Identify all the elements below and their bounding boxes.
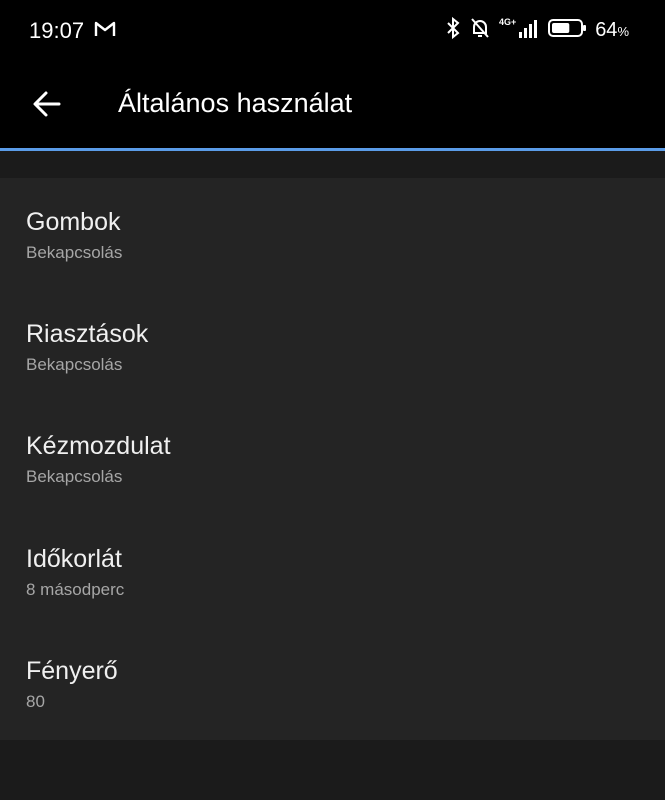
- setting-item-fenyero[interactable]: Fényerő 80: [0, 627, 665, 739]
- gmail-icon: [94, 20, 116, 43]
- bluetooth-icon: [445, 16, 461, 45]
- setting-label: Riasztások: [26, 320, 149, 348]
- network-type: 4G+: [499, 17, 516, 27]
- setting-label: Fényerő: [26, 657, 118, 685]
- setting-item-riasztasok[interactable]: Riasztások Bekapcsolás: [0, 290, 665, 402]
- accent-divider: [0, 148, 665, 151]
- setting-item-idokorlat[interactable]: Időkorlát 8 másodperc: [0, 515, 665, 627]
- status-time: 19:07: [29, 18, 85, 43]
- setting-label: Időkorlát: [26, 545, 122, 573]
- setting-value: Bekapcsolás: [26, 355, 123, 374]
- status-bar: 19:07 4G+ 64%: [0, 0, 665, 62]
- setting-value: Bekapcsolás: [26, 243, 123, 262]
- bell-off-icon: [468, 16, 492, 45]
- signal-icon: 4G+: [499, 16, 541, 45]
- back-button[interactable]: [27, 84, 67, 124]
- battery-icon: [548, 17, 588, 44]
- setting-item-kezmozdulat[interactable]: Kézmozdulat Bekapcsolás: [0, 402, 665, 514]
- setting-value: Bekapcsolás: [26, 467, 123, 486]
- battery-percent: 64%: [595, 18, 629, 41]
- status-icons: 4G+ 64%: [445, 16, 629, 44]
- setting-label: Kézmozdulat: [26, 432, 171, 460]
- settings-list: Gombok Bekapcsolás Riasztások Bekapcsolá…: [0, 178, 665, 740]
- setting-value: 80: [26, 692, 45, 711]
- arrow-left-icon: [33, 91, 61, 117]
- setting-item-gombok[interactable]: Gombok Bekapcsolás: [0, 178, 665, 290]
- page-title: Általános használat: [118, 88, 353, 118]
- app-bar: Általános használat: [0, 62, 665, 148]
- setting-value: 8 másodperc: [26, 580, 125, 599]
- setting-label: Gombok: [26, 208, 121, 236]
